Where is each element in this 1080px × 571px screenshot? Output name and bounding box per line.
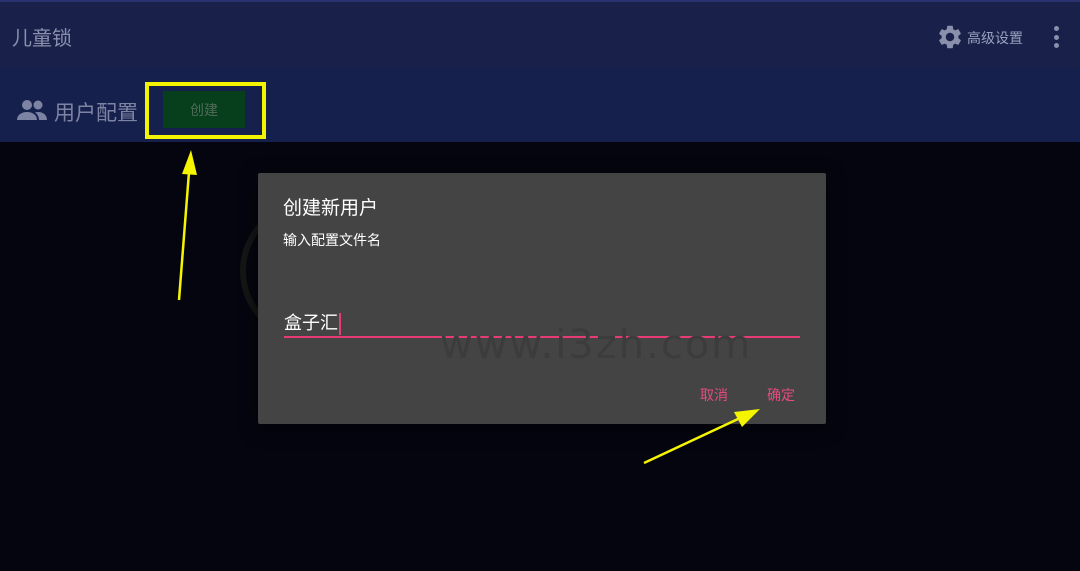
watermark-text: www.i3zh.com (440, 322, 753, 368)
text-caret (339, 313, 341, 335)
more-vert-icon[interactable] (1050, 26, 1062, 52)
cancel-button[interactable]: 取消 (700, 385, 728, 405)
create-button[interactable]: 创建 (163, 91, 245, 128)
create-user-dialog: 创建新用户 输入配置文件名 盒子汇 取消 确定 (258, 173, 826, 424)
dialog-message: 输入配置文件名 (283, 233, 381, 249)
app-title: 儿童锁 (12, 26, 72, 50)
ok-button[interactable]: 确定 (767, 385, 795, 405)
profile-name-text: 盒子汇 (284, 313, 338, 334)
app-bar: 儿童锁 高级设置 (0, 0, 1080, 68)
dialog-title: 创建新用户 (283, 197, 379, 219)
people-icon (17, 100, 47, 120)
arrow-to-create-button (177, 150, 197, 301)
user-config-label: 用户配置 (54, 101, 138, 125)
gear-icon[interactable] (936, 23, 964, 51)
advanced-settings-label[interactable]: 高级设置 (967, 28, 1023, 48)
profile-name-value[interactable]: 盒子汇 (284, 309, 341, 335)
